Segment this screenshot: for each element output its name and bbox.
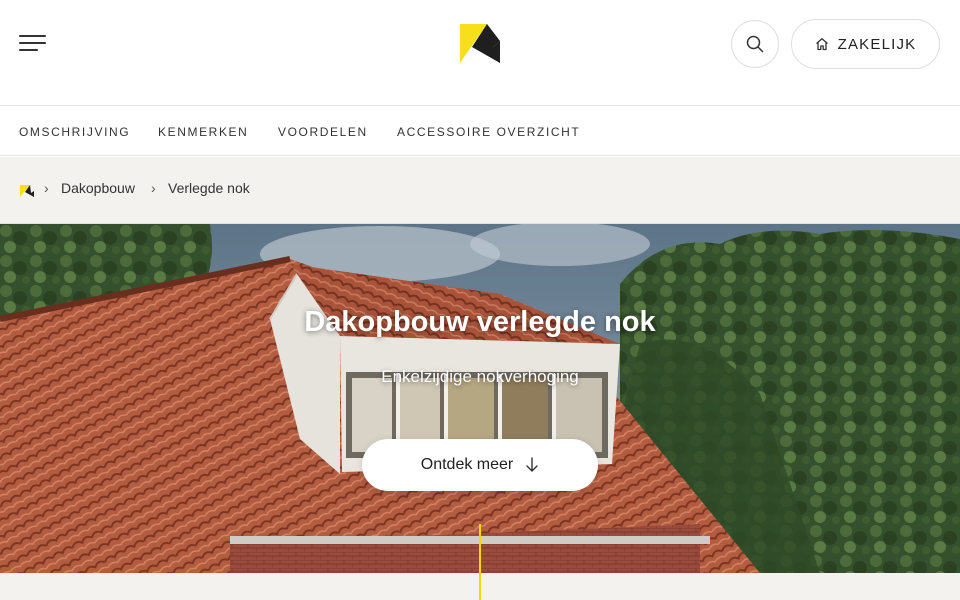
zakelijk-label: ZAKELIJK	[837, 35, 917, 53]
arrow-down-icon	[526, 457, 538, 472]
subnav-item-voordelen[interactable]: VOORDELEN	[278, 125, 368, 139]
breadcrumb-separator: ›	[44, 180, 49, 196]
scroll-indicator-line	[479, 524, 481, 600]
zakelijk-button[interactable]: ZAKELIJK	[791, 19, 940, 69]
hero-title: Dakopbouw verlegde nok	[304, 306, 656, 338]
hero-banner: Dakopbouw verlegde nok Enkelzijdige nokv…	[0, 224, 960, 573]
breadcrumb-item-verlegde-nok: Verlegde nok	[168, 180, 250, 196]
breadcrumb: › Dakopbouw › Verlegde nok	[0, 157, 960, 224]
home-icon	[815, 38, 828, 51]
search-icon	[746, 35, 764, 53]
hero-image	[0, 224, 960, 573]
breadcrumb-separator: ›	[151, 180, 156, 196]
subnav-item-accessoire-overzicht[interactable]: ACCESSOIRE OVERZICHT	[397, 125, 580, 139]
site-header: ZAKELIJK	[0, 0, 960, 106]
subnav-item-kenmerken[interactable]: KENMERKEN	[158, 125, 248, 139]
search-button[interactable]	[731, 20, 779, 68]
brand-logo-icon[interactable]	[459, 23, 501, 65]
ontdek-meer-button[interactable]: Ontdek meer	[362, 439, 598, 491]
subnav-item-omschrijving[interactable]: OMSCHRIJVING	[19, 125, 130, 139]
breadcrumb-home-icon[interactable]	[19, 183, 35, 199]
hamburger-menu-icon[interactable]	[19, 33, 47, 53]
ontdek-meer-label: Ontdek meer	[420, 456, 514, 473]
hero-subtitle: Enkelzijdige nokverhoging	[381, 367, 579, 386]
breadcrumb-item-dakopbouw[interactable]: Dakopbouw	[61, 180, 135, 196]
section-nav: OMSCHRIJVING KENMERKEN VOORDELEN ACCESSO…	[0, 107, 960, 156]
